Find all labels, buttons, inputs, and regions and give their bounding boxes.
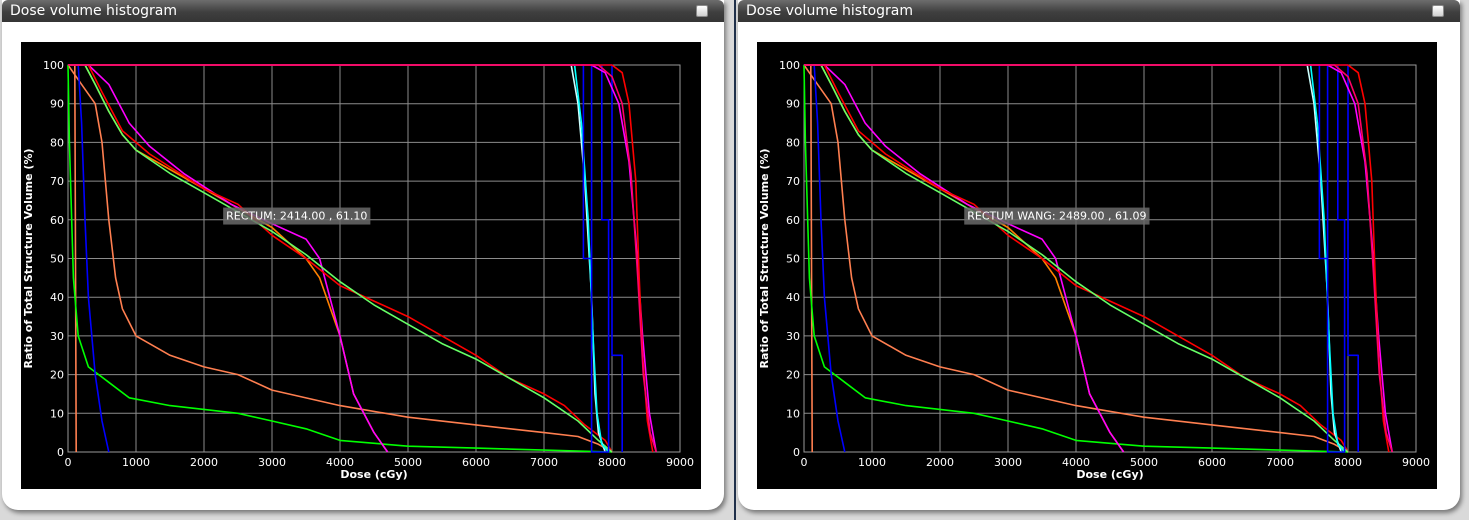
x-tick-label: 1000 <box>858 456 886 469</box>
y-tick-label: 10 <box>786 407 800 420</box>
x-tick-label: 6000 <box>1198 456 1226 469</box>
y-tick-label: 60 <box>50 214 64 227</box>
y-tick-label: 100 <box>779 59 800 72</box>
y-tick-label: 90 <box>786 98 800 111</box>
window-divider <box>734 0 736 520</box>
y-tick-label: 80 <box>786 136 800 149</box>
hover-annotation: RECTUM WANG: 2489.00 , 61.09 <box>964 207 1150 225</box>
y-tick-label: 0 <box>793 446 800 459</box>
y-tick-label: 60 <box>786 214 800 227</box>
restore-window-icon[interactable] <box>1432 5 1444 17</box>
panel-title: Dose volume histogram <box>10 3 177 19</box>
y-tick-label: 20 <box>50 369 64 382</box>
x-tick-label: 3000 <box>258 456 286 469</box>
panel-titlebar[interactable]: Dose volume histogram <box>738 0 1460 22</box>
x-tick-label: 1000 <box>122 456 150 469</box>
x-tick-label: 0 <box>801 456 808 469</box>
x-tick-label: 0 <box>65 456 72 469</box>
x-tick-label: 2000 <box>190 456 218 469</box>
panel-title: Dose volume histogram <box>746 3 913 19</box>
y-tick-label: 30 <box>786 330 800 343</box>
dvh-plot[interactable]: 0 1000 2000 3000 4000 5000 6000 7000 8000 9000 0 10… <box>757 42 1437 489</box>
y-tick-label: 40 <box>50 291 64 304</box>
x-axis-label: Dose (cGy) <box>1076 468 1143 481</box>
annotation-text: RECTUM: 2414.00 , 61.10 <box>226 210 367 223</box>
annotation-text: RECTUM WANG: 2489.00 , 61.09 <box>967 210 1146 223</box>
y-tick-label: 70 <box>50 175 64 188</box>
y-tick-label: 80 <box>50 136 64 149</box>
hover-annotation: RECTUM: 2414.00 , 61.10 <box>223 207 371 225</box>
y-tick-label: 0 <box>57 446 64 459</box>
x-tick-label: 6000 <box>462 456 490 469</box>
x-tick-label: 3000 <box>994 456 1022 469</box>
x-tick-label: 9000 <box>1402 456 1430 469</box>
y-tick-label: 40 <box>786 291 800 304</box>
x-tick-label: 9000 <box>666 456 694 469</box>
x-tick-label: 8000 <box>598 456 626 469</box>
y-tick-label: 30 <box>50 330 64 343</box>
y-tick-label: 50 <box>786 253 800 266</box>
x-tick-label: 7000 <box>1266 456 1294 469</box>
panel-titlebar[interactable]: Dose volume histogram <box>2 0 724 22</box>
dvh-panel-right: Dose volume histogram 0 1000 2000 3000 4000 5… <box>738 0 1460 510</box>
dvh-plot[interactable]: 0 1000 2000 3000 4000 5000 6000 7000 8000 9000 0 10… <box>21 42 701 489</box>
y-tick-label: 20 <box>786 369 800 382</box>
dvh-chart[interactable]: 0 1000 2000 3000 4000 5000 6000 7000 8000 9000010… <box>21 42 701 489</box>
dvh-chart[interactable]: 0 1000 2000 3000 4000 5000 6000 7000 8000 9000010… <box>757 42 1437 489</box>
y-tick-label: 90 <box>50 98 64 111</box>
restore-window-icon[interactable] <box>696 5 708 17</box>
y-axis-label: Ratio of Total Structure Volume (%) <box>758 148 771 368</box>
y-tick-label: 50 <box>50 253 64 266</box>
dvh-panel-left: Dose volume histogram 0 1000 2000 3000 4000 5… <box>2 0 724 510</box>
y-tick-label: 10 <box>50 407 64 420</box>
y-tick-label: 70 <box>786 175 800 188</box>
x-tick-label: 8000 <box>1334 456 1362 469</box>
y-tick-label: 100 <box>43 59 64 72</box>
y-axis-label: Ratio of Total Structure Volume (%) <box>22 148 35 368</box>
x-tick-label: 2000 <box>926 456 954 469</box>
x-tick-label: 7000 <box>530 456 558 469</box>
x-axis-label: Dose (cGy) <box>340 468 407 481</box>
